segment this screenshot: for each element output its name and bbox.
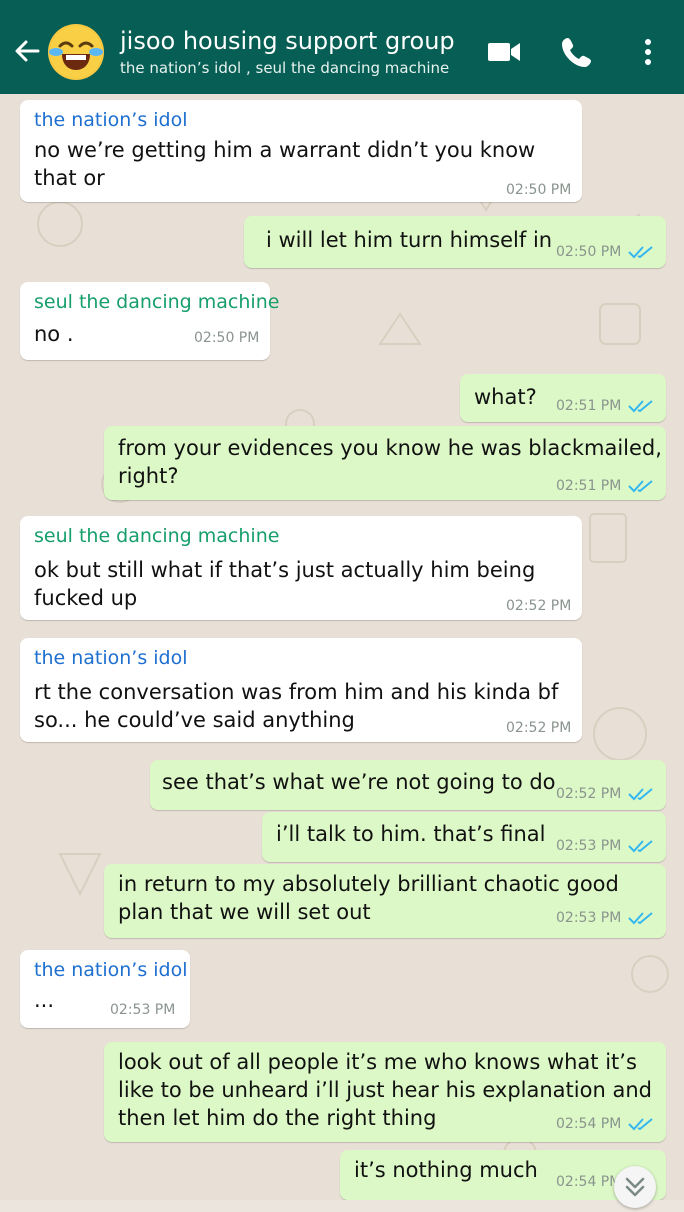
message-text: in return to my absolutely brilliant cha… [118, 872, 619, 896]
message-outgoing[interactable]: look out of all people it’s me who knows… [104, 1042, 666, 1142]
sender-name: the nation’s idol [34, 959, 188, 981]
sender-name: seul the dancing machine [34, 291, 280, 313]
message-text: that or [34, 166, 105, 190]
message-time: 02:50 PM [506, 182, 572, 198]
message-time: 02:50 PM [194, 330, 260, 346]
message-text: then let him do the right thing [118, 1106, 437, 1130]
message-text: from your evidences you know he was blac… [118, 436, 662, 460]
chevrons-down-icon [625, 1177, 645, 1197]
double-check-icon [628, 912, 653, 925]
status-bar [0, 0, 684, 8]
message-text: i’ll talk to him. that’s final [276, 822, 546, 846]
message-outgoing[interactable]: i will let him turn himself in 02:50 PM [244, 216, 666, 268]
message-text: right? [118, 464, 179, 488]
message-outgoing[interactable]: in return to my absolutely brilliant cha… [104, 864, 666, 938]
sender-name: the nation’s idol [34, 647, 188, 669]
sender-name: the nation’s idol [34, 109, 188, 131]
message-time: 02:53 PM [556, 838, 622, 854]
phone-icon[interactable] [557, 32, 597, 72]
sender-name: seul the dancing machine [34, 525, 280, 547]
scroll-to-bottom-button[interactable] [614, 1166, 656, 1208]
message-time: 02:52 PM [506, 598, 572, 614]
message-text: look out of all people it’s me who knows… [118, 1050, 637, 1074]
chat-header: jisoo housing support group the nation’s… [0, 8, 684, 94]
message-text: ok but still what if that’s just actuall… [34, 558, 536, 582]
message-text: rt the conversation was from him and his… [34, 680, 559, 704]
message-time: 02:53 PM [556, 910, 622, 926]
double-check-icon [628, 246, 653, 259]
message-time: 02:52 PM [556, 786, 622, 802]
more-vert-icon[interactable] [628, 32, 668, 72]
message-outgoing[interactable]: see that’s what we’re not going to do 02… [150, 760, 666, 810]
message-incoming[interactable]: the nation’s idol no we’re getting him a… [20, 100, 582, 202]
message-text: it’s nothing much [354, 1158, 538, 1182]
double-check-icon [628, 400, 653, 413]
message-time: 02:54 PM [556, 1174, 622, 1190]
message-text: i will let him turn himself in [266, 228, 553, 252]
message-time: 02:50 PM [556, 244, 622, 260]
message-text: what? [474, 385, 537, 409]
message-outgoing[interactable]: from your evidences you know he was blac… [104, 426, 666, 500]
message-outgoing[interactable]: i’ll talk to him. that’s final 02:53 PM [262, 812, 666, 862]
message-text: plan that we will set out [118, 900, 371, 924]
video-call-icon[interactable] [484, 32, 524, 72]
arrow-left-icon[interactable] [10, 34, 44, 68]
message-text: ... [34, 988, 55, 1012]
message-text: no . [34, 322, 74, 346]
double-check-icon [628, 480, 653, 493]
message-text: so... he could’ve said anything [34, 708, 355, 732]
message-time: 02:53 PM [110, 1002, 176, 1018]
message-text: see that’s what we’re not going to do [162, 770, 556, 794]
message-incoming[interactable]: the nation’s idol rt the conversation wa… [20, 638, 582, 742]
message-time: 02:52 PM [506, 720, 572, 736]
double-check-icon [628, 1118, 653, 1131]
avatar[interactable] [48, 24, 104, 80]
message-text: no we’re getting him a warrant didn’t yo… [34, 138, 536, 162]
chat-area[interactable]: the nation’s idol no we’re getting him a… [0, 94, 684, 1200]
message-incoming[interactable]: the nation’s idol ... 02:53 PM [20, 950, 190, 1028]
message-incoming[interactable]: seul the dancing machine no . 02:50 PM [20, 282, 279, 360]
message-time: 02:51 PM [556, 398, 622, 414]
message-outgoing[interactable]: what? 02:51 PM [460, 374, 666, 422]
message-text: fucked up [34, 586, 138, 610]
double-check-icon [628, 788, 653, 801]
message-text: like to be unheard i’ll just hear his ex… [118, 1078, 652, 1102]
chat-title[interactable]: jisoo housing support group [120, 26, 455, 56]
chat-members: the nation’s idol , seul the dancing mac… [120, 59, 450, 77]
message-time: 02:54 PM [556, 1116, 622, 1132]
double-check-icon [628, 840, 653, 853]
message-time: 02:51 PM [556, 478, 622, 494]
message-incoming[interactable]: seul the dancing machine ok but still wh… [20, 516, 582, 620]
